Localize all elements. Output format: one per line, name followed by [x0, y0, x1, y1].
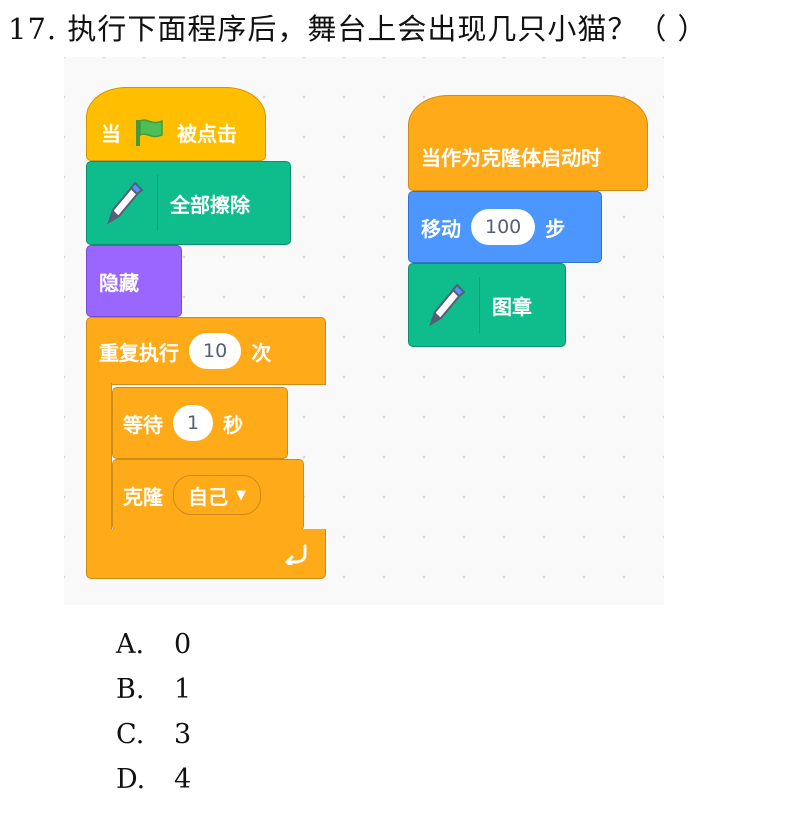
- option-letter: B.: [116, 674, 145, 705]
- repeat-block-bottom: [86, 529, 326, 579]
- hide-label: 隐藏: [99, 270, 139, 295]
- dropdown-arrow-icon: ▼: [236, 487, 246, 503]
- when-label: 当: [101, 121, 121, 146]
- clone-target-value: 自己: [188, 484, 228, 509]
- when-flag-clicked-block[interactable]: 当 被点击: [86, 87, 266, 161]
- option-a[interactable]: A. 0: [116, 622, 191, 667]
- move-suffix: 步: [545, 216, 566, 241]
- stamp-block[interactable]: 图章: [408, 263, 566, 347]
- block-divider: [157, 175, 158, 231]
- option-value: 4: [174, 764, 192, 795]
- option-d[interactable]: D. 4: [116, 757, 191, 802]
- pen-clear-block[interactable]: 全部擦除: [86, 161, 291, 245]
- clone-hat-label: 当作为克隆体启动时: [421, 145, 601, 170]
- repeat-prefix: 重复执行: [99, 340, 179, 365]
- green-flag-icon: [133, 117, 165, 147]
- create-clone-block[interactable]: 克隆 自己 ▼: [112, 459, 304, 531]
- option-letter: C.: [116, 719, 145, 750]
- option-value: 1: [174, 674, 192, 705]
- wait-suffix: 秒: [223, 412, 244, 437]
- pen-icon: [101, 178, 145, 228]
- move-prefix: 移动: [421, 216, 461, 241]
- option-value: 0: [174, 629, 192, 660]
- wait-prefix: 等待: [123, 412, 163, 437]
- option-letter: A.: [116, 629, 145, 660]
- move-steps-block[interactable]: 移动 100 步: [408, 191, 602, 263]
- option-c[interactable]: C. 3: [116, 712, 191, 757]
- option-b[interactable]: B. 1: [116, 667, 191, 712]
- loop-arrow-icon: [285, 543, 311, 565]
- clicked-label: 被点击: [177, 121, 237, 146]
- move-steps-input[interactable]: 100: [471, 209, 536, 245]
- stamp-label: 图章: [492, 294, 532, 319]
- when-start-as-clone-block[interactable]: 当作为克隆体启动时: [408, 95, 648, 191]
- repeat-block[interactable]: 重复执行 10 次: [86, 317, 326, 385]
- scripts-area[interactable]: 当 被点击 全部擦除 隐藏 重复执行 10 次 等待 1 秒 克隆 自己 ▼ 当…: [64, 57, 664, 605]
- answer-options: A. 0 B. 1 C. 3 D. 4: [116, 622, 191, 802]
- option-value: 3: [174, 719, 192, 750]
- option-letter: D.: [116, 764, 146, 795]
- question-text: 17. 执行下面程序后，舞台上会出现几只小猫？（ ）: [8, 12, 708, 46]
- hide-block[interactable]: 隐藏: [86, 245, 182, 317]
- repeat-count-input[interactable]: 10: [189, 333, 242, 369]
- wait-seconds-input[interactable]: 1: [173, 405, 214, 441]
- pen-icon: [423, 280, 467, 330]
- repeat-block-arm: [86, 383, 112, 531]
- wait-block[interactable]: 等待 1 秒: [112, 387, 288, 459]
- clone-label: 克隆: [123, 484, 163, 509]
- pen-clear-label: 全部擦除: [170, 192, 250, 217]
- block-divider: [479, 277, 480, 333]
- clone-target-dropdown[interactable]: 自己 ▼: [173, 475, 261, 515]
- repeat-suffix: 次: [251, 340, 272, 365]
